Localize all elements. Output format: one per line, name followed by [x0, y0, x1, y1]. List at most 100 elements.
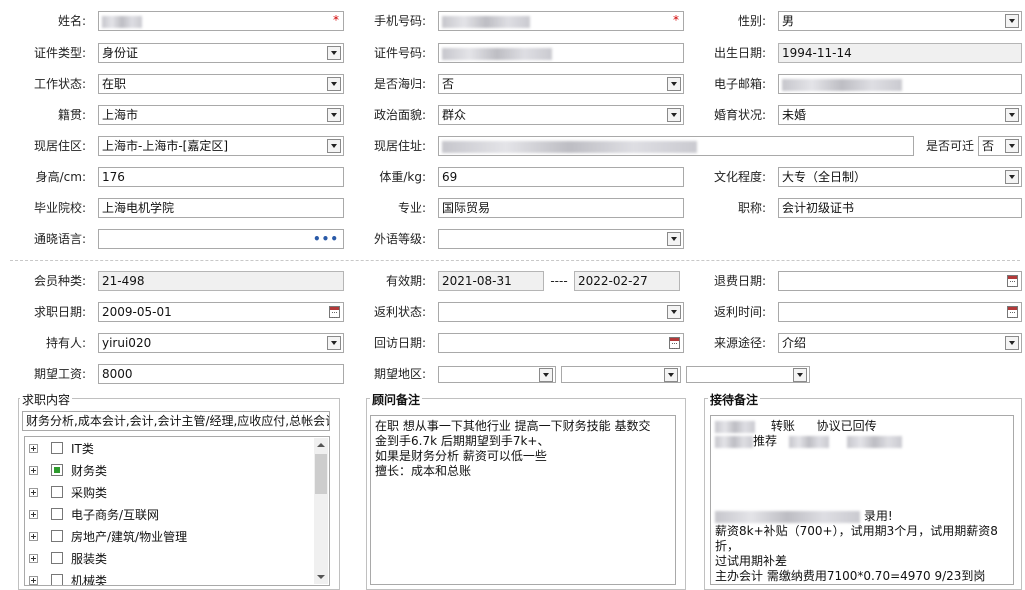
chevron-down-icon[interactable] [664, 368, 678, 382]
chevron-down-icon[interactable] [539, 368, 553, 382]
native-select[interactable]: 上海市 [98, 105, 344, 125]
checkbox[interactable] [51, 486, 63, 498]
checkbox[interactable] [51, 574, 63, 585]
calendar-icon[interactable] [329, 306, 340, 318]
marital-select[interactable]: 未婚 [778, 105, 1022, 125]
major-value: 国际贸易 [442, 201, 491, 215]
tree-scrollbar[interactable] [314, 438, 328, 584]
checkbox[interactable] [51, 508, 63, 520]
overseas-label: 是否海归: [373, 77, 426, 91]
checkbox[interactable] [51, 442, 63, 454]
advisor-note-line: 如果是财务分析 薪资可以低一些 [375, 449, 547, 463]
area-value: 上海市-上海市-[嘉定区] [102, 139, 229, 153]
more-icon[interactable]: ••• [313, 233, 339, 245]
advisor-note-textarea[interactable]: 在职 想从事一下其他行业 提高一下财务技能 基数交 金到手6.7k 后期期望到手… [370, 415, 676, 585]
valid-separator: ---- [550, 274, 568, 288]
edu-select[interactable]: 大专（全日制） [778, 167, 1022, 187]
marital-label: 婚育状况: [713, 108, 766, 122]
refund-date-field[interactable] [778, 271, 1022, 291]
redacted-text [715, 420, 755, 433]
birth-value: 1994-11-14 [782, 46, 852, 60]
expand-icon[interactable] [29, 510, 38, 519]
idno-field[interactable] [438, 43, 684, 63]
chevron-down-icon[interactable] [327, 77, 341, 91]
expand-icon[interactable] [29, 466, 38, 475]
chevron-down-icon[interactable] [667, 108, 681, 122]
region-label: 期望地区: [373, 367, 426, 381]
idtype-value: 身份证 [102, 46, 139, 60]
title-field[interactable]: 会计初级证书 [778, 198, 1022, 218]
native-value: 上海市 [102, 108, 139, 122]
reception-note-line: 主办会计 需缴纳费用7100*0.70=4970 9/23到岗 [715, 569, 986, 583]
chevron-down-icon[interactable] [327, 108, 341, 122]
area-label: 现居住区: [33, 139, 86, 153]
checkbox-checked[interactable] [51, 464, 63, 476]
overseas-select[interactable]: 否 [438, 74, 684, 94]
idtype-select[interactable]: 身份证 [98, 43, 344, 63]
chevron-down-icon[interactable] [793, 368, 807, 382]
reception-note-textarea[interactable]: 转账 协议已回传 推荐 录用! 薪资8k+补贴（700+），试用期3个月，试用期… [710, 415, 1014, 585]
political-select[interactable]: 群众 [438, 105, 684, 125]
school-field[interactable]: 上海电机学院 [98, 198, 344, 218]
expand-icon[interactable] [29, 532, 38, 541]
weight-field[interactable]: 69 [438, 167, 684, 187]
calendar-icon[interactable] [1007, 306, 1018, 318]
height-field[interactable]: 176 [98, 167, 344, 187]
region-district-select[interactable] [686, 366, 810, 383]
name-field[interactable]: * [98, 11, 344, 31]
reception-note-title: 接待备注 [708, 391, 761, 408]
work-select[interactable]: 在职 [98, 74, 344, 94]
scroll-up-icon[interactable] [317, 443, 325, 447]
salary-label: 期望工资: [33, 367, 86, 381]
chevron-down-icon[interactable] [1005, 14, 1019, 28]
salary-field[interactable]: 8000 [98, 364, 344, 384]
chevron-down-icon[interactable] [327, 139, 341, 153]
expand-icon[interactable] [29, 488, 38, 497]
visit-date-field[interactable] [438, 333, 684, 353]
jobdate-field[interactable]: 2009-05-01 [98, 302, 344, 322]
region-city-select[interactable] [561, 366, 681, 383]
expand-icon[interactable] [29, 554, 38, 563]
idno-redacted [442, 47, 552, 60]
reception-note-text: 协议已回传 [816, 419, 877, 433]
scroll-down-icon[interactable] [317, 575, 325, 579]
chevron-down-icon[interactable] [1005, 108, 1019, 122]
chevron-down-icon[interactable] [667, 77, 681, 91]
marital-value: 未婚 [782, 108, 807, 122]
expand-icon[interactable] [29, 576, 38, 585]
checkbox[interactable] [51, 552, 63, 564]
chevron-down-icon[interactable] [1005, 139, 1019, 153]
holder-select[interactable]: yirui020 [98, 333, 344, 353]
calendar-icon[interactable] [1007, 275, 1018, 287]
expand-icon[interactable] [29, 444, 38, 453]
foreign-select[interactable] [438, 229, 684, 249]
chevron-down-icon[interactable] [327, 336, 341, 350]
job-category-tree[interactable]: IT类 财务类 采购类 电子商务/互联网 房地产/建筑/物业管理 服装类 机械类 [24, 436, 330, 586]
lang-field[interactable]: ••• [98, 229, 344, 249]
addr-field[interactable] [438, 136, 914, 156]
calendar-icon[interactable] [669, 337, 680, 349]
advisor-note-line: 在职 想从事一下其他行业 提高一下财务技能 基数交 [375, 419, 651, 433]
chevron-down-icon[interactable] [1005, 336, 1019, 350]
email-field[interactable] [778, 74, 1022, 94]
rebate-time-field[interactable] [778, 302, 1022, 322]
tree-item-label: 机械类 [71, 574, 108, 586]
gender-select[interactable]: 男 [778, 11, 1022, 31]
job-content-title: 求职内容 [20, 391, 73, 408]
tree-item-label: IT类 [71, 442, 94, 456]
scroll-thumb[interactable] [315, 454, 327, 494]
job-content-summary[interactable]: 财务分析,成本会计,会计,会计主管/经理,应收应付,总帐会计 [22, 411, 330, 431]
chevron-down-icon[interactable] [327, 46, 341, 60]
checkbox[interactable] [51, 530, 63, 542]
chevron-down-icon[interactable] [1005, 170, 1019, 184]
rebate-status-select[interactable] [438, 302, 684, 322]
chevron-down-icon[interactable] [667, 305, 681, 319]
relocate-value: 否 [982, 139, 995, 153]
source-select[interactable]: 介绍 [778, 333, 1022, 353]
region-province-select[interactable] [438, 366, 556, 383]
major-field[interactable]: 国际贸易 [438, 198, 684, 218]
relocate-select[interactable]: 否 [978, 136, 1022, 156]
area-select[interactable]: 上海市-上海市-[嘉定区] [98, 136, 344, 156]
chevron-down-icon[interactable] [667, 232, 681, 246]
phone-field[interactable]: * [438, 11, 684, 31]
